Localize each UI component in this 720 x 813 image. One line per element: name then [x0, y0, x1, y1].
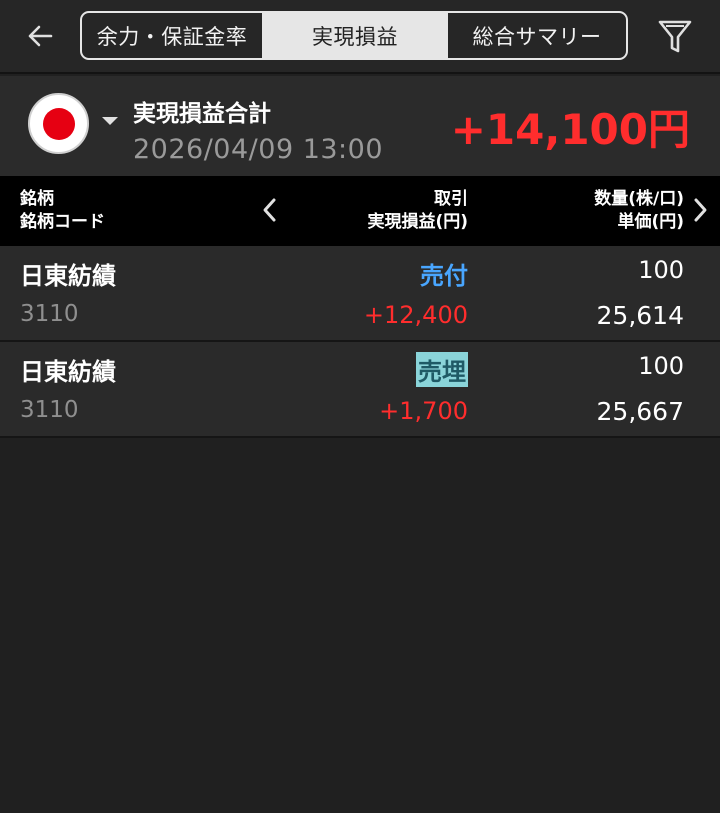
table-row[interactable]: 日東紡績 3110 売埋 +1,700 100 25,667 — [0, 342, 720, 438]
header-quantity: 数量(株/口) — [594, 189, 684, 209]
filter-button[interactable] — [652, 14, 698, 60]
top-bar: 余力・保証金率 実現損益 総合サマリー — [0, 0, 720, 74]
realized-pl-summary: 実現損益合計 2026/04/09 13:00 +14,100円 — [0, 76, 720, 176]
tab-margin-rate[interactable]: 余力・保証金率 — [82, 13, 262, 58]
filter-icon — [658, 20, 692, 53]
table-row[interactable]: 日東紡績 3110 売付 +12,400 100 25,614 — [0, 246, 720, 342]
tab-overall-summary[interactable]: 総合サマリー — [448, 13, 626, 58]
next-columns-button[interactable] — [690, 197, 710, 230]
back-button[interactable] — [18, 14, 62, 58]
header-unit-price: 単価(円) — [617, 212, 684, 232]
chevron-right-icon — [694, 198, 707, 222]
trade-type: 売埋 — [416, 352, 468, 387]
back-arrow-icon — [28, 25, 53, 47]
chevron-left-icon — [263, 198, 276, 222]
segment-control: 余力・保証金率 実現損益 総合サマリー — [80, 11, 628, 60]
tab-realized-pl[interactable]: 実現損益 — [262, 13, 448, 58]
stock-name: 日東紡績 — [20, 358, 116, 386]
summary-total: +14,100円 — [450, 105, 690, 154]
column-header-quantity: 数量(株/口) 単価(円) — [594, 188, 684, 234]
japan-flag-icon[interactable] — [28, 93, 89, 154]
quantity: 100 — [638, 352, 684, 380]
column-header-stock: 銘柄 銘柄コード — [20, 188, 105, 234]
prev-columns-button[interactable] — [260, 197, 280, 230]
stock-name: 日東紡績 — [20, 262, 116, 290]
stock-code: 3110 — [20, 397, 79, 423]
app-root: 余力・保証金率 実現損益 総合サマリー 実現損益合計 2026/04/09 13… — [0, 0, 720, 813]
stock-code: 3110 — [20, 301, 79, 327]
summary-title: 実現損益合計 — [133, 101, 271, 127]
summary-datetime: 2026/04/09 13:00 — [133, 134, 384, 165]
column-header-trade: 取引 実現損益(円) — [367, 188, 468, 234]
header-realized-pl: 実現損益(円) — [367, 212, 468, 232]
flag-sun — [42, 107, 75, 140]
unit-price: 25,667 — [596, 397, 684, 426]
header-stock-name: 銘柄 — [20, 189, 54, 209]
chevron-down-icon[interactable] — [102, 117, 118, 125]
column-header: 銘柄 銘柄コード 取引 実現損益(円) 数量(株/口) 単価(円) — [0, 176, 720, 246]
realized-pl-list: 日東紡績 3110 売付 +12,400 100 25,614 日東紡績 311… — [0, 246, 720, 438]
header-stock-code: 銘柄コード — [20, 212, 105, 232]
realized-pl: +12,400 — [363, 301, 468, 329]
quantity: 100 — [638, 256, 684, 284]
realized-pl: +1,700 — [379, 397, 468, 425]
unit-price: 25,614 — [596, 301, 684, 330]
header-trade: 取引 — [434, 189, 468, 209]
trade-type: 売付 — [420, 262, 468, 290]
